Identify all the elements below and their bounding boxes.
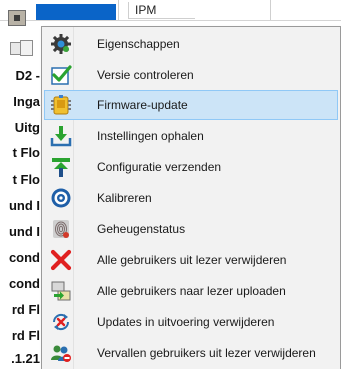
menu-item-label: Alle gebruikers naar lezer uploaden — [97, 284, 286, 298]
red-x-icon — [50, 249, 72, 271]
row-label[interactable]: t Flo — [0, 141, 42, 165]
selected-cell[interactable] — [36, 4, 116, 20]
column-header-ipm[interactable]: IPM — [128, 2, 195, 19]
menu-item-label: Instellingen ophalen — [97, 129, 204, 143]
menu-item-label: Updates in uitvoering verwijderen — [97, 315, 275, 329]
row-selector-handle[interactable] — [8, 10, 26, 26]
header-grid-line — [118, 0, 119, 20]
menu-item-instellingen-ophalen[interactable]: Instellingen ophalen — [44, 121, 338, 151]
row-label[interactable]: rd Fl — [0, 324, 42, 348]
row-label[interactable]: D2 - — [0, 64, 42, 88]
menu-item-label: Kalibreren — [97, 191, 152, 205]
gear-icon — [50, 33, 72, 55]
clear-sync-icon — [50, 311, 72, 333]
device-icon[interactable] — [10, 38, 36, 58]
menu-item-geheugenstatus[interactable]: Geheugenstatus — [44, 214, 338, 244]
row-label[interactable]: und I — [0, 194, 42, 218]
menu-item-label: Alle gebruikers uit lezer verwijderen — [97, 253, 287, 267]
menu-item-updates-verwijderen[interactable]: Updates in uitvoering verwijderen — [44, 307, 338, 337]
menu-item-alle-gebruikers-verwijderen[interactable]: Alle gebruikers uit lezer verwijderen — [44, 245, 338, 275]
row-label[interactable]: t Flo — [0, 168, 42, 192]
header-grid-line — [270, 0, 271, 20]
menu-item-kalibreren[interactable]: Kalibreren — [44, 183, 338, 213]
screen: IPM D2 - Inga Uitg t Flo t Flo und I und… — [0, 0, 341, 369]
row-label[interactable]: cond — [0, 246, 42, 270]
row-label[interactable]: rd Fl — [0, 298, 42, 322]
users-remove-icon — [50, 342, 72, 364]
row-label[interactable]: Inga — [0, 90, 42, 114]
upload-arrow-icon — [50, 156, 72, 178]
menu-item-label: Vervallen gebruikers uit lezer verwijder… — [97, 346, 316, 360]
calibrate-target-icon — [50, 187, 72, 209]
row-label[interactable]: .1.21 — [0, 347, 42, 369]
checkmark-icon — [50, 64, 72, 86]
menu-item-label: Geheugenstatus — [97, 222, 186, 236]
row-label[interactable]: cond — [0, 272, 42, 296]
menu-item-configuratie-verzenden[interactable]: Configuratie verzenden — [44, 152, 338, 182]
context-menu: Eigenschappen Versie controleren Firmwar… — [41, 26, 341, 369]
menu-item-alle-gebruikers-uploaden[interactable]: Alle gebruikers naar lezer uploaden — [44, 276, 338, 306]
transfer-icon — [50, 280, 72, 302]
menu-item-firmware-update[interactable]: Firmware-update — [44, 90, 338, 120]
menu-item-eigenschappen[interactable]: Eigenschappen — [44, 29, 338, 59]
menu-item-label: Configuratie verzenden — [97, 160, 222, 174]
row-label[interactable]: Uitg — [0, 116, 42, 140]
menu-item-label: Versie controleren — [97, 68, 194, 82]
fingerprint-icon — [50, 218, 72, 240]
row-label[interactable]: und I — [0, 220, 42, 244]
firmware-chip-icon — [50, 94, 72, 116]
download-tray-icon — [50, 125, 72, 147]
menu-item-vervallen-gebruikers-verwijderen[interactable]: Vervallen gebruikers uit lezer verwijder… — [44, 338, 338, 368]
menu-item-versie-controleren[interactable]: Versie controleren — [44, 60, 338, 90]
menu-item-label: Firmware-update — [97, 98, 188, 112]
menu-item-label: Eigenschappen — [97, 37, 180, 51]
